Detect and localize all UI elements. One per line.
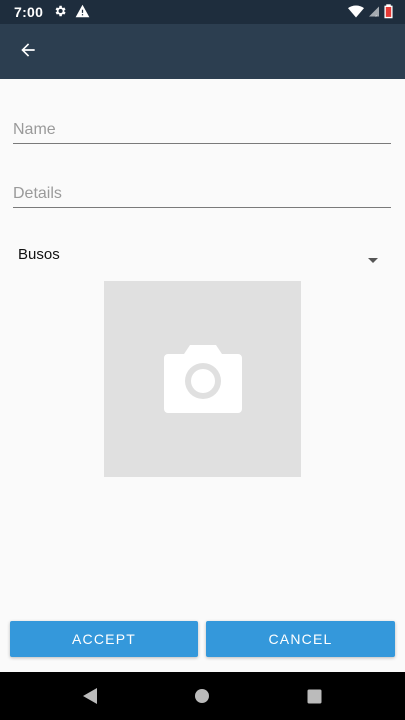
accept-button[interactable]: ACCEPT — [10, 621, 198, 657]
status-time: 7:00 — [14, 4, 44, 20]
home-circle-icon[interactable] — [190, 684, 214, 708]
cancel-button[interactable]: CANCEL — [206, 621, 395, 657]
photo-picker[interactable] — [104, 281, 301, 477]
details-input[interactable] — [13, 185, 391, 207]
name-field-container — [13, 121, 391, 144]
recents-square-icon[interactable] — [302, 684, 326, 708]
signal-icon — [368, 5, 380, 21]
gear-icon — [53, 4, 67, 21]
app-bar — [0, 24, 405, 79]
arrow-left-icon — [18, 40, 38, 65]
category-dropdown[interactable]: Busos — [13, 240, 391, 268]
category-dropdown-value: Busos — [18, 245, 60, 263]
warning-icon — [75, 4, 90, 21]
status-bar: 7:00 — [0, 0, 405, 24]
details-field-container — [13, 185, 391, 208]
battery-icon — [384, 4, 393, 22]
back-triangle-icon[interactable] — [78, 684, 102, 708]
camera-icon — [163, 341, 242, 418]
chevron-down-icon — [368, 250, 378, 268]
system-nav-bar — [0, 672, 405, 720]
wifi-icon — [348, 5, 364, 21]
name-input[interactable] — [13, 121, 391, 143]
back-button[interactable] — [10, 34, 46, 70]
